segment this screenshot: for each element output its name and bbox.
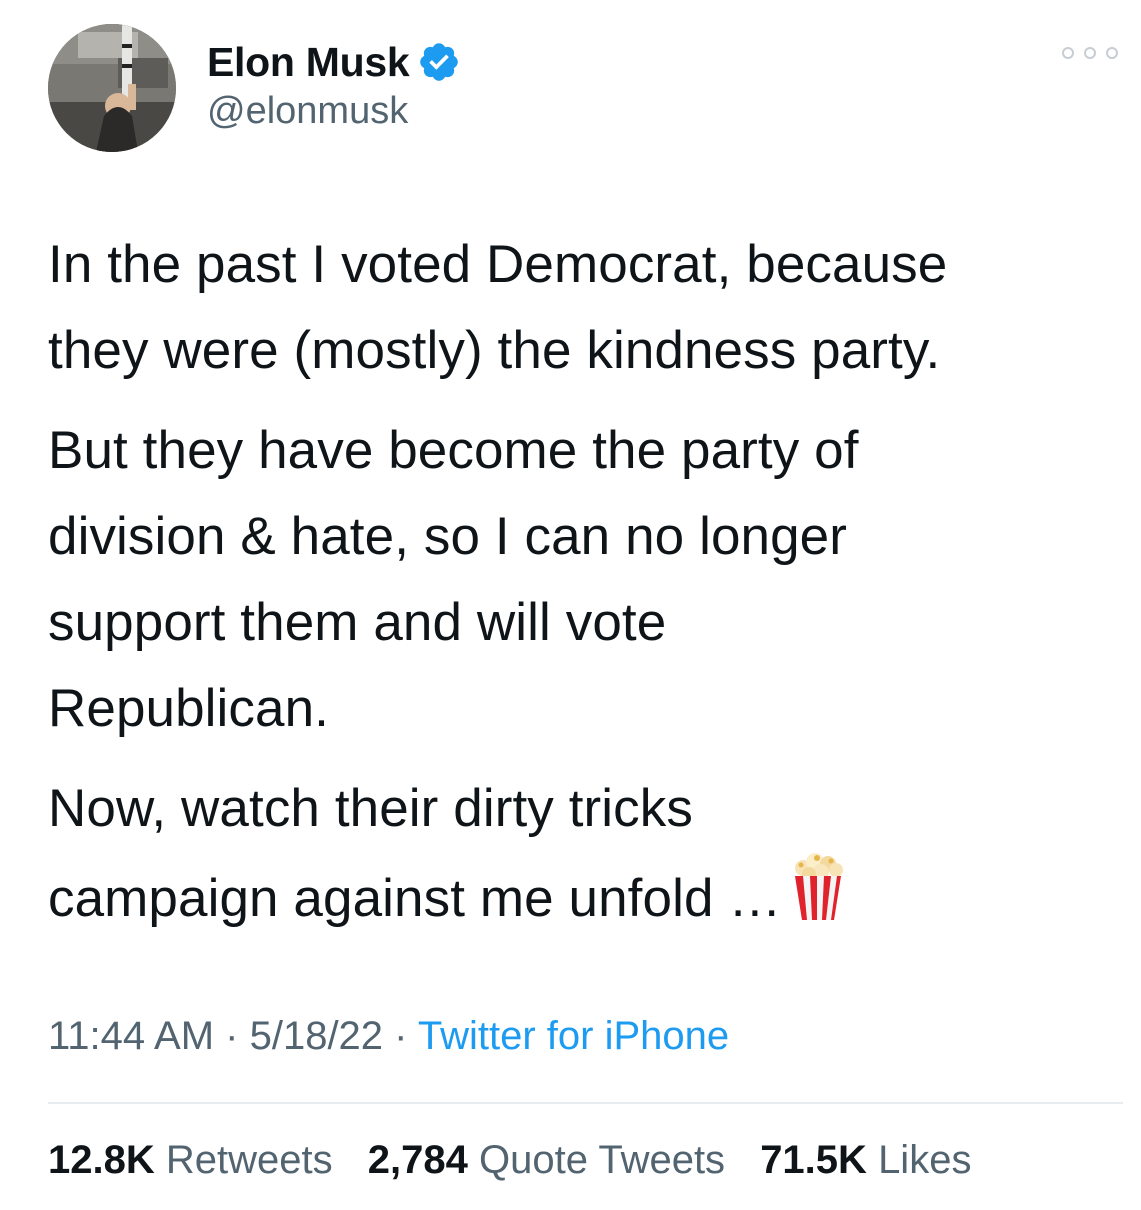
meta-separator: · (383, 1014, 418, 1058)
avatar[interactable] (48, 24, 176, 152)
tweet-paragraph-text: Now, watch their dirty tricks campaign a… (48, 779, 782, 928)
retweets-count: 12.8K (48, 1138, 155, 1182)
tweet-paragraph: But they have become the party of divisi… (48, 421, 859, 738)
author-name-row: Elon Musk (207, 34, 461, 90)
tweet-card: Elon Musk @elonmusk In the past I voted … (0, 0, 1141, 1210)
popcorn-icon (791, 852, 845, 922)
meta-separator: · (214, 1014, 250, 1058)
quote-tweets-stat[interactable]: 2,784 Quote Tweets (368, 1138, 725, 1182)
tweet-paragraph: In the past I voted Democrat, because th… (48, 235, 948, 380)
retweets-stat[interactable]: 12.8K Retweets (48, 1138, 333, 1182)
tweet-time[interactable]: 11:44 AM (48, 1014, 214, 1058)
tweet-source-link[interactable]: Twitter for iPhone (418, 1014, 729, 1058)
retweets-label: Retweets (165, 1138, 333, 1182)
tweet-text: In the past I voted Democrat, because th… (48, 222, 1133, 956)
author-handle[interactable]: @elonmusk (207, 90, 408, 133)
more-dots-icon (1084, 47, 1096, 59)
verified-badge-icon (417, 40, 461, 84)
quote-tweets-count: 2,784 (367, 1138, 468, 1182)
more-dots-icon (1062, 47, 1074, 59)
likes-count: 71.5K (760, 1138, 867, 1182)
display-name[interactable]: Elon Musk (207, 39, 410, 86)
more-options-button[interactable] (1062, 40, 1118, 66)
likes-stat[interactable]: 71.5K Likes (760, 1138, 971, 1182)
divider (48, 1102, 1123, 1104)
likes-label: Likes (878, 1138, 972, 1182)
quote-tweets-label: Quote Tweets (478, 1138, 726, 1182)
tweet-date[interactable]: 5/18/22 (250, 1014, 383, 1058)
more-dots-icon (1106, 47, 1118, 59)
profile-photo-icon (48, 24, 176, 152)
tweet-metadata: 11:44 AM · 5/18/22 · Twitter for iPhone (48, 1014, 729, 1059)
engagement-stats: 12.8K Retweets 2,784 Quote Tweets 71.5K … (48, 1138, 971, 1183)
tweet-paragraph-last: Now, watch their dirty tricks campaign a… (48, 766, 1133, 942)
